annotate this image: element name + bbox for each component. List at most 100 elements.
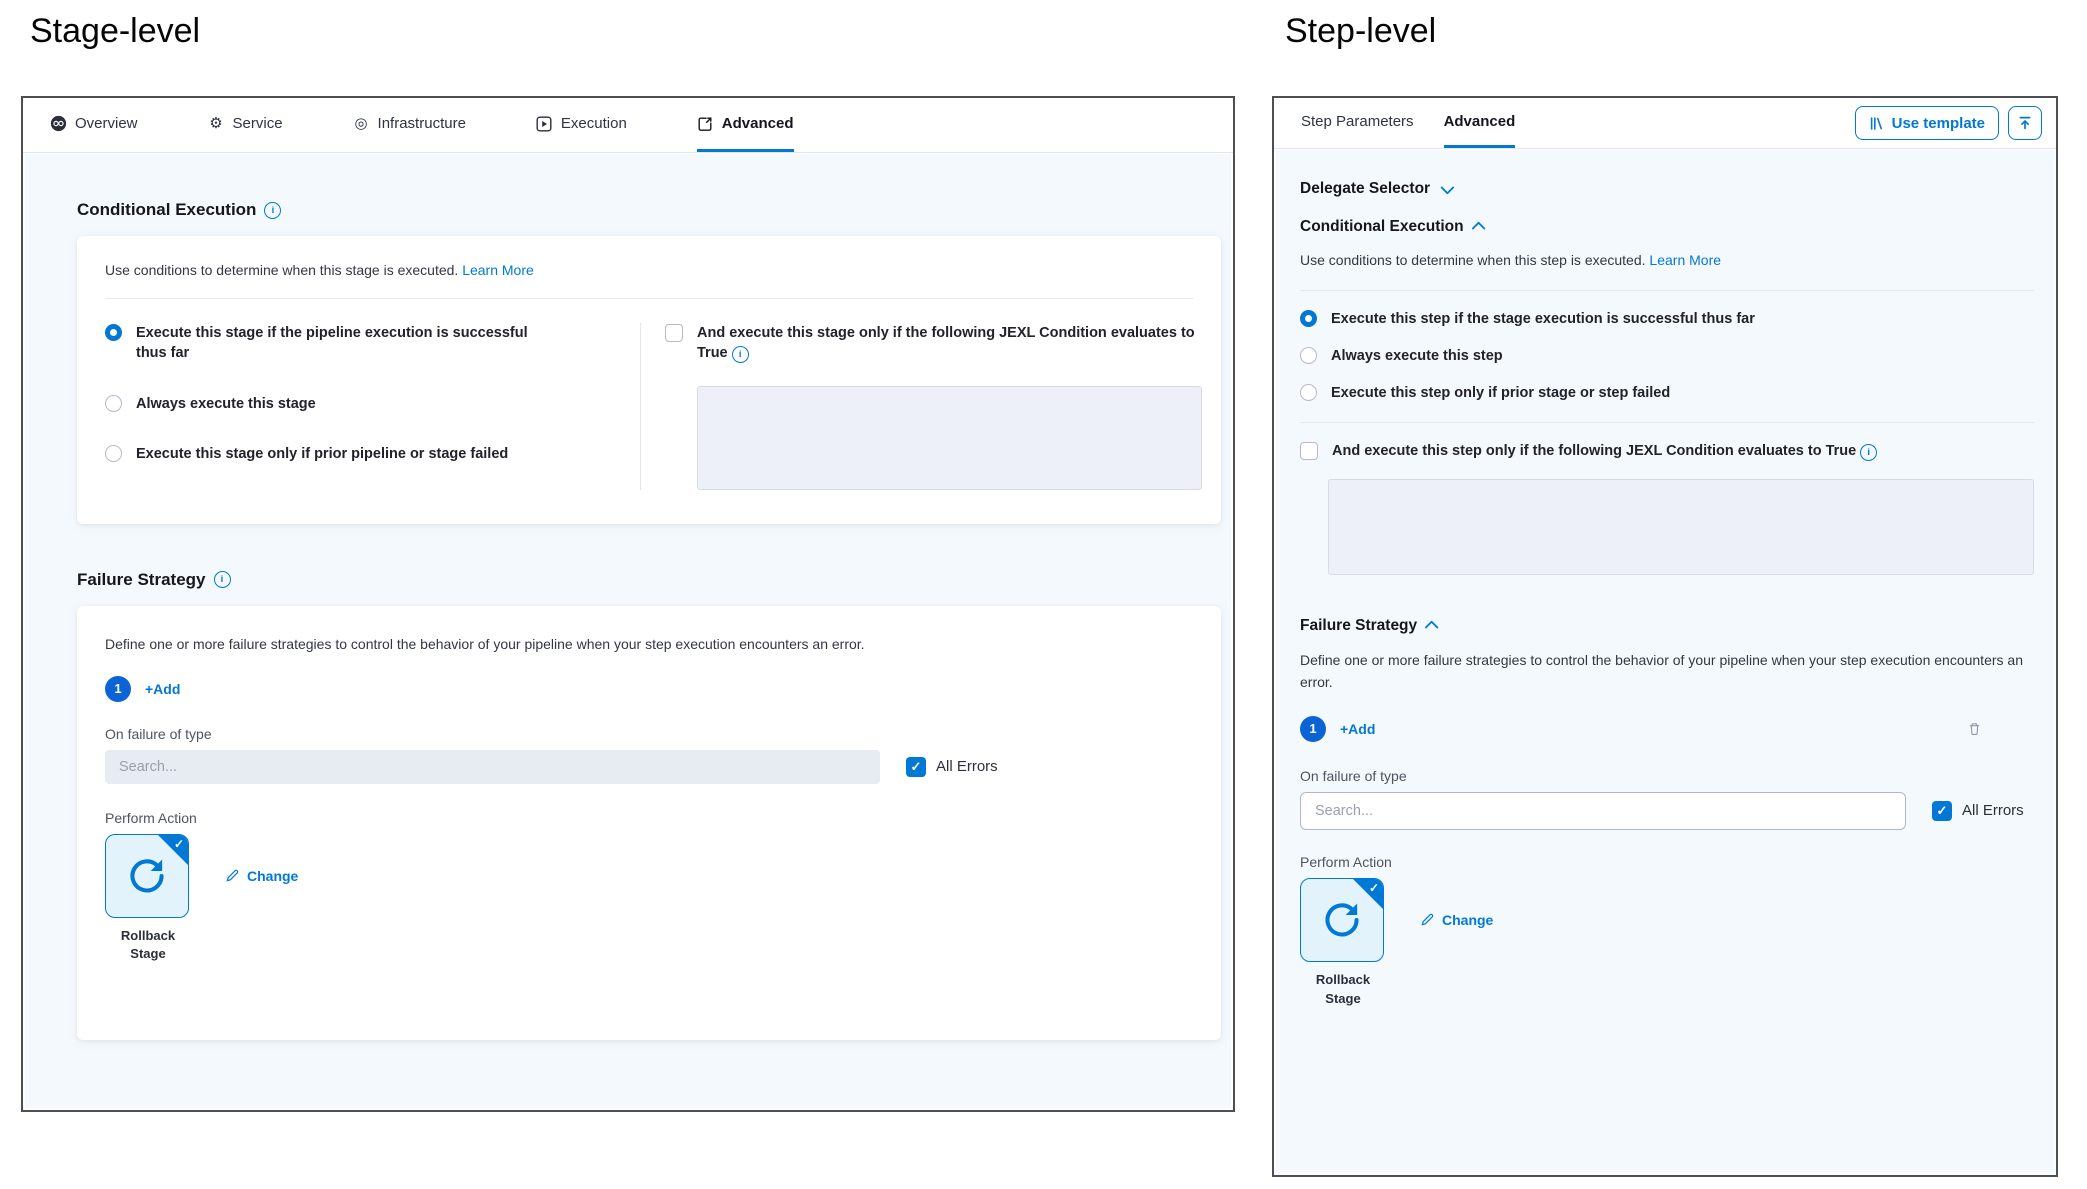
conditional-execution-description: Use conditions to determine when this st… [77, 236, 1221, 298]
radio-icon [1300, 384, 1317, 401]
info-icon[interactable] [1860, 444, 1877, 461]
radio-label: Execute this step if the stage execution… [1331, 309, 1755, 329]
all-errors-label: All Errors [936, 758, 998, 775]
radio-always-execute[interactable]: Always execute this step [1300, 346, 2034, 366]
delegate-selector-heading: Delegate Selector [1300, 180, 1430, 198]
jexl-condition-textarea[interactable] [697, 386, 1202, 490]
upload-icon [2017, 115, 2033, 131]
failure-strategy-header: Failure Strategy [77, 570, 1221, 590]
step-advanced-content: Delegate Selector Conditional Execution … [1276, 150, 2054, 1173]
info-icon[interactable] [732, 346, 749, 363]
conditional-execution-options: Execute this stage if the pipeline execu… [77, 299, 1221, 524]
step-tabbar: Step Parameters Advanced Use template [1274, 98, 2056, 149]
divider [1300, 290, 2034, 291]
radio-group: Execute this stage if the pipeline execu… [105, 323, 640, 490]
chevron-up-icon [1471, 221, 1485, 235]
radio-icon [105, 445, 122, 462]
perform-action-row: Change [1300, 878, 2034, 962]
failure-strategy-heading: Failure Strategy [1300, 617, 1417, 635]
tab-label: Infrastructure [378, 115, 466, 132]
rollback-stage-tile[interactable] [1300, 878, 1384, 962]
info-icon[interactable] [264, 202, 281, 219]
failure-type-row: All Errors [1300, 792, 2034, 830]
checkmark-icon [1369, 881, 1379, 895]
perform-action-label: Perform Action [105, 810, 1193, 826]
perform-action-row: Change [105, 834, 1193, 918]
jexl-condition-checkbox-row[interactable]: And execute this stage only if the follo… [665, 323, 1205, 364]
learn-more-link[interactable]: Learn More [462, 262, 534, 278]
description-text: Use conditions to determine when this st… [105, 262, 458, 278]
overview-icon [50, 115, 67, 132]
delegate-selector-section[interactable]: Delegate Selector [1300, 180, 2034, 198]
tab-step-parameters[interactable]: Step Parameters [1301, 98, 1414, 148]
infrastructure-icon: ◎ [353, 115, 370, 132]
tab-advanced[interactable]: Advanced [1444, 98, 1516, 148]
checked-checkbox-icon [1932, 801, 1952, 821]
failure-strategy-description: Define one or more failure strategies to… [105, 636, 1193, 652]
stage-advanced-panel: Overview ⚙ Service ◎ Infrastructure Exec… [21, 96, 1235, 1112]
step-advanced-panel: Step Parameters Advanced Use template De… [1272, 96, 2058, 1177]
add-strategy-button[interactable]: +Add [1340, 721, 1375, 737]
tab-label: Advanced [1444, 113, 1516, 130]
all-errors-checkbox-row[interactable]: All Errors [906, 756, 998, 777]
strategy-1-badge[interactable]: 1 [1300, 716, 1326, 742]
conditional-execution-header: Conditional Execution [77, 200, 1221, 220]
tab-label: Service [233, 115, 283, 132]
jexl-condition-checkbox-row[interactable]: And execute this step only if the follow… [1300, 441, 2034, 461]
failure-strategy-section[interactable]: Failure Strategy [1300, 617, 2034, 635]
strategy-list-row: 1 +Add [1300, 716, 2034, 742]
add-strategy-button[interactable]: +Add [145, 681, 180, 697]
failure-strategy-description: Define one or more failure strategies to… [1300, 649, 2034, 694]
delete-strategy-button[interactable] [1967, 721, 1982, 737]
use-template-button[interactable]: Use template [1855, 106, 1999, 140]
checkbox-icon [665, 324, 683, 342]
radio-label: Always execute this stage [136, 394, 316, 414]
radio-execute-if-failed[interactable]: Execute this stage only if prior pipelin… [105, 444, 640, 464]
tab-advanced[interactable]: Advanced [697, 98, 794, 152]
rollback-stage-caption: Rollback Stage [105, 927, 191, 965]
radio-execute-if-failed[interactable]: Execute this step only if prior stage or… [1300, 383, 2034, 403]
radio-group: Execute this step if the stage execution… [1300, 309, 2034, 404]
radio-label: Execute this stage only if prior pipelin… [136, 444, 508, 464]
radio-label: Execute this step only if prior stage or… [1331, 383, 1670, 403]
tab-label: Advanced [722, 115, 794, 132]
tab-service[interactable]: ⚙ Service [208, 98, 283, 152]
change-action-link[interactable]: Change [1420, 912, 1493, 928]
conditional-execution-section[interactable]: Conditional Execution [1300, 218, 2034, 236]
radio-execute-if-stage-successful[interactable]: Execute this step if the stage execution… [1300, 309, 2034, 329]
jexl-condition-textarea[interactable] [1328, 479, 2034, 575]
change-action-link[interactable]: Change [225, 868, 298, 884]
change-label: Change [1442, 912, 1493, 928]
tab-label: Overview [75, 115, 138, 132]
all-errors-checkbox-row[interactable]: All Errors [1932, 800, 2024, 821]
conditional-execution-card: Use conditions to determine when this st… [77, 236, 1221, 524]
tab-overview[interactable]: Overview [50, 98, 138, 152]
jexl-condition-label: And execute this step only if the follow… [1332, 441, 1877, 461]
stage-advanced-content: Conditional Execution Use conditions to … [25, 154, 1231, 1108]
description-text: Use conditions to determine when this st… [1300, 252, 1646, 268]
tab-execution[interactable]: Execution [536, 98, 627, 152]
strategy-1-badge[interactable]: 1 [105, 676, 131, 702]
rollback-stage-tile[interactable] [105, 834, 189, 918]
radio-icon [105, 395, 122, 412]
radio-label: Always execute this step [1331, 346, 1503, 366]
jexl-condition-label: And execute this stage only if the follo… [697, 323, 1205, 364]
radio-execute-if-pipeline-successful[interactable]: Execute this stage if the pipeline execu… [105, 323, 640, 364]
pencil-icon [225, 868, 240, 883]
radio-label: Execute this stage if the pipeline execu… [136, 323, 536, 364]
tab-infrastructure[interactable]: ◎ Infrastructure [353, 98, 466, 152]
upload-button[interactable] [2008, 106, 2042, 140]
failure-type-search-input[interactable] [105, 750, 880, 784]
stage-tabbar: Overview ⚙ Service ◎ Infrastructure Exec… [23, 98, 1233, 153]
learn-more-link[interactable]: Learn More [1649, 252, 1721, 268]
radio-always-execute[interactable]: Always execute this stage [105, 394, 640, 414]
conditional-execution-heading: Conditional Execution [77, 200, 256, 220]
change-label: Change [247, 868, 298, 884]
export-arrow-icon [697, 115, 714, 132]
failure-strategy-card: Define one or more failure strategies to… [77, 606, 1221, 1041]
trash-icon [1967, 721, 1982, 737]
failure-type-search-input[interactable] [1300, 792, 1906, 830]
step-level-title: Step-level [1285, 12, 1436, 51]
gear-icon: ⚙ [208, 115, 225, 132]
info-icon[interactable] [214, 571, 231, 588]
